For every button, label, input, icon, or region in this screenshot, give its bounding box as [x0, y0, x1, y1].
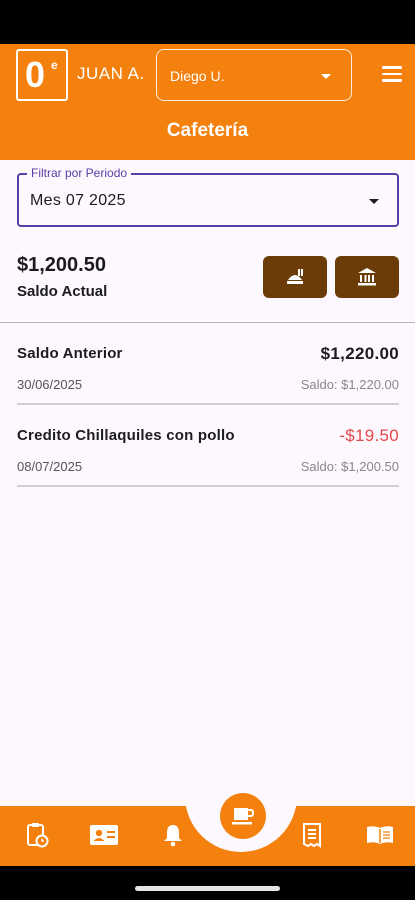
- transaction-description: Credito Chillaquiles con pollo: [17, 427, 235, 444]
- dropdown-caret-icon: [369, 199, 379, 204]
- dropdown-caret-icon: [321, 74, 331, 79]
- page-title: Cafetería: [166, 120, 249, 141]
- nav-item-notifications[interactable]: [158, 820, 188, 850]
- transaction-amount: -$19.50: [339, 426, 399, 445]
- bottom-navigation: [0, 788, 415, 866]
- transaction-running-balance: Saldo: $1,220.00: [300, 377, 399, 392]
- clipboard-clock-icon: [27, 823, 49, 848]
- student-selector-value: Diego U.: [170, 68, 225, 84]
- transaction-amount: $1,220.00: [320, 344, 399, 363]
- transaction-row: Credito Chillaquiles con pollo -$19.50 0…: [17, 405, 399, 487]
- bank-icon: [358, 268, 376, 286]
- nav-item-schedule[interactable]: [22, 820, 52, 850]
- transaction-row: Saldo Anterior $1,220.00 30/06/2025 Sald…: [17, 323, 399, 405]
- home-indicator[interactable]: [135, 886, 280, 891]
- app-header: 0 e JUAN A. Diego U. Cafetería: [0, 44, 415, 160]
- hamburger-menu-icon[interactable]: [382, 66, 402, 82]
- status-bar: [0, 0, 415, 44]
- bell-icon: [164, 825, 182, 847]
- logo-superscript: e: [51, 58, 58, 72]
- current-balance-amount: $1,200.50: [17, 254, 106, 276]
- system-home-bar: [0, 866, 415, 900]
- current-balance-label: Saldo Actual: [17, 283, 108, 300]
- coffee-cup-icon: [232, 808, 255, 825]
- transaction-date: 08/07/2025: [17, 459, 83, 474]
- nav-item-library[interactable]: [365, 820, 395, 850]
- app-logo: 0 e: [16, 49, 68, 101]
- receipt-icon: [303, 823, 321, 848]
- cutlery-plate-icon: [287, 269, 303, 284]
- open-book-icon: [367, 826, 393, 844]
- cafeteria-action-button[interactable]: [263, 256, 327, 298]
- user-name: JUAN A.: [77, 64, 145, 83]
- period-filter-select[interactable]: Filtrar por Periodo Mes 07 2025: [17, 166, 399, 227]
- period-filter-value: Mes 07 2025: [30, 192, 126, 209]
- transaction-date: 30/06/2025: [17, 377, 83, 392]
- nav-item-cafeteria[interactable]: [220, 793, 266, 839]
- nav-item-contacts[interactable]: [89, 820, 119, 850]
- bank-action-button[interactable]: [335, 256, 399, 298]
- main-content: Filtrar por Periodo Mes 07 2025 $1,200.5…: [0, 160, 415, 806]
- transaction-description: Saldo Anterior: [17, 345, 123, 362]
- contact-card-icon: [90, 825, 118, 845]
- logo-text: 0: [25, 54, 46, 95]
- transaction-running-balance: Saldo: $1,200.50: [300, 459, 399, 474]
- period-filter-label: Filtrar por Periodo: [27, 166, 132, 180]
- student-selector[interactable]: Diego U.: [156, 49, 352, 101]
- nav-item-receipts[interactable]: [297, 820, 327, 850]
